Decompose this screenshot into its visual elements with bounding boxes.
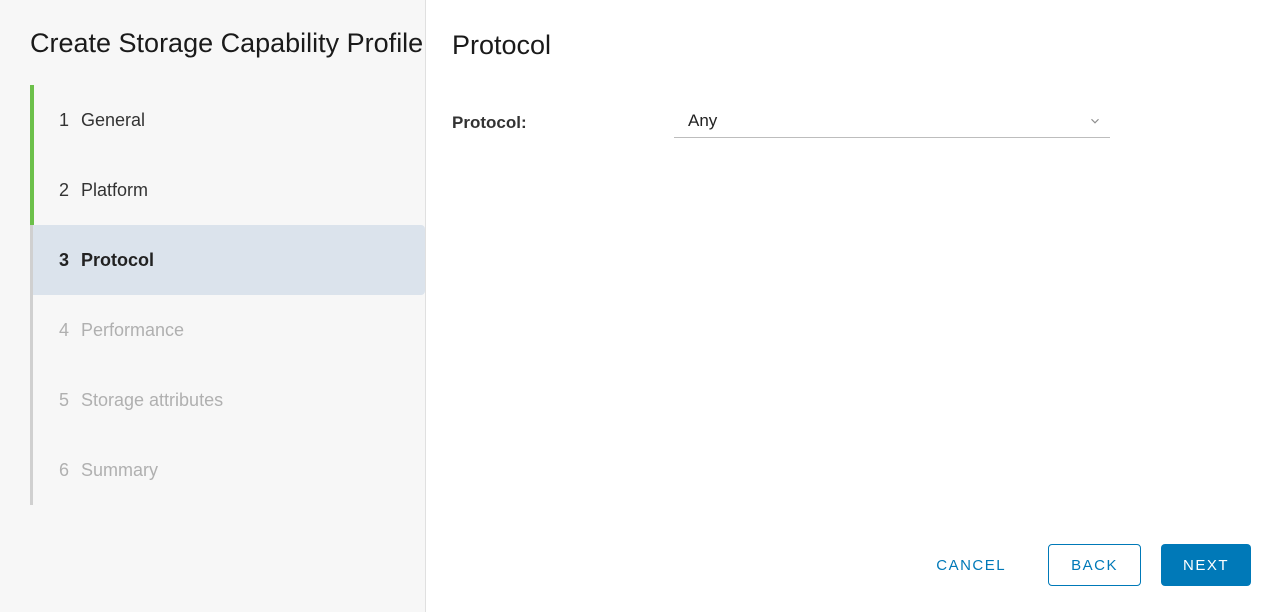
- wizard-step-4: 4Performance: [33, 295, 425, 365]
- step-label: Storage attributes: [81, 390, 223, 411]
- step-number: 1: [59, 110, 81, 131]
- protocol-field-row: Protocol: Any: [452, 107, 1277, 138]
- back-button[interactable]: BACK: [1048, 544, 1141, 586]
- wizard-steps: 1General2Platform3Protocol4Performance5S…: [30, 85, 425, 505]
- wizard-content: Protocol Protocol: Any CANCEL BACK NEXT: [426, 0, 1277, 612]
- wizard-step-3[interactable]: 3Protocol: [33, 225, 425, 295]
- wizard-title: Create Storage Capability Profile: [0, 26, 425, 85]
- protocol-label: Protocol:: [452, 113, 674, 133]
- chevron-down-icon: [1088, 114, 1102, 128]
- cancel-button[interactable]: CANCEL: [914, 544, 1028, 586]
- wizard-step-6: 6Summary: [33, 435, 425, 505]
- page-title: Protocol: [452, 30, 1277, 61]
- step-number: 6: [59, 460, 81, 481]
- step-label: Summary: [81, 460, 158, 481]
- wizard-sidebar: Create Storage Capability Profile 1Gener…: [0, 0, 426, 612]
- next-button[interactable]: NEXT: [1161, 544, 1251, 586]
- wizard-step-1[interactable]: 1General: [33, 85, 425, 155]
- wizard-step-5: 5Storage attributes: [33, 365, 425, 435]
- protocol-select-value: Any: [688, 111, 717, 131]
- protocol-select[interactable]: Any: [674, 107, 1110, 138]
- wizard-step-2[interactable]: 2Platform: [33, 155, 425, 225]
- step-number: 3: [59, 250, 81, 271]
- step-number: 4: [59, 320, 81, 341]
- step-number: 5: [59, 390, 81, 411]
- step-label: Performance: [81, 320, 184, 341]
- wizard-footer: CANCEL BACK NEXT: [914, 544, 1251, 586]
- step-label: Platform: [81, 180, 148, 201]
- step-label: General: [81, 110, 145, 131]
- step-label: Protocol: [81, 250, 154, 271]
- step-number: 2: [59, 180, 81, 201]
